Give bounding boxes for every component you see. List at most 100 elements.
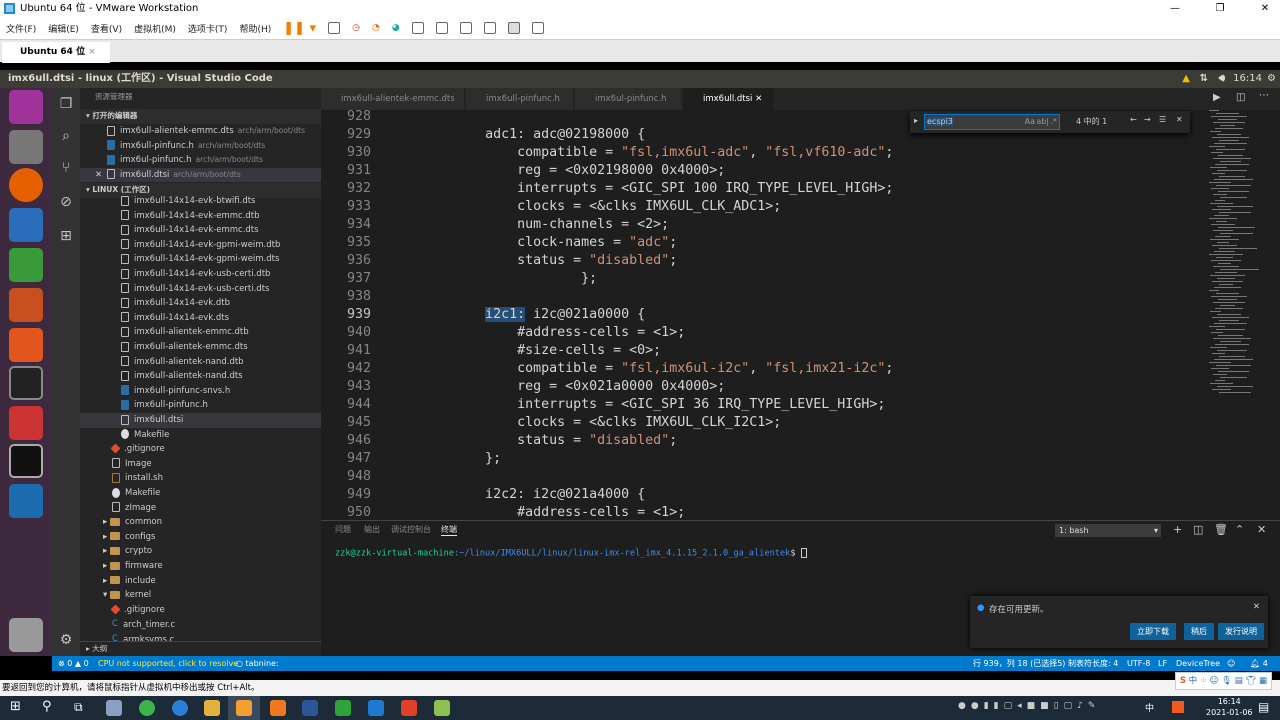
tree-item[interactable]: ▸ include: [80, 574, 321, 589]
tab-imx6ul-pinfunc-h[interactable]: imx6ul-pinfunc.h: [575, 88, 681, 110]
problems-indicator[interactable]: ⊗ 0 ▲ 0: [58, 656, 89, 671]
camera-app-icon[interactable]: [106, 700, 122, 716]
close-panel-icon[interactable]: ✕: [1257, 523, 1266, 536]
snapshot-manager-icon[interactable]: ◕: [392, 23, 400, 33]
tree-item[interactable]: imx6ull.dtsi: [80, 413, 321, 428]
tree-item[interactable]: imx6ull-14x14-evk-gpmi-weim.dtb: [80, 238, 321, 253]
tree-item[interactable]: Carch_timer.c: [80, 617, 321, 632]
close-notification-icon[interactable]: ✕: [1253, 602, 1260, 612]
tree-item[interactable]: install.sh: [80, 471, 321, 486]
code-editor[interactable]: 928 929 adc1: adc@02198000 {930 compatibl…: [321, 110, 1280, 520]
tree-item[interactable]: imx6ull-14x14-evk-emmc.dtb: [80, 209, 321, 224]
whole-word-toggle[interactable]: ab|: [1036, 115, 1049, 129]
vm-tab-ubuntu[interactable]: Ubuntu 64 位 ×: [2, 42, 110, 63]
open-editor-item[interactable]: ✕ imx6ull.dtsi arch/arm/boot/dts: [80, 167, 321, 183]
regex-toggle[interactable]: .*: [1050, 115, 1057, 129]
thumbnail-icon[interactable]: [435, 22, 448, 34]
previous-match-icon[interactable]: ←: [1130, 115, 1137, 124]
tree-item[interactable]: imx6ull-alientek-emmc.dts: [80, 340, 321, 355]
tab-debug-console[interactable]: 调试控制台: [391, 524, 431, 535]
notifications-bell[interactable]: 🔔︎ 4: [1250, 656, 1268, 671]
maximize-panel-icon[interactable]: ⌃: [1235, 523, 1244, 536]
tree-item[interactable]: Makefile: [80, 486, 321, 501]
open-editors-header[interactable]: ▾ 打开的编辑器: [80, 109, 321, 124]
tree-item[interactable]: imx6ull-14x14-evk-usb-certi.dts: [80, 282, 321, 297]
split-editor-icon[interactable]: ◫: [1236, 92, 1245, 103]
more-actions-icon[interactable]: ⋯: [1259, 90, 1269, 101]
tab-imx6ull-dtsi[interactable]: imx6ull.dtsi ✕: [683, 88, 773, 110]
download-now-button[interactable]: 立即下载: [1130, 623, 1176, 640]
tabnine-status[interactable]: ○ tabnine:: [236, 656, 279, 671]
language-mode[interactable]: DeviceTree: [1176, 656, 1220, 671]
impress-icon[interactable]: [9, 288, 43, 322]
menu-edit[interactable]: 编辑(E): [48, 22, 79, 35]
open-editor-item[interactable]: imx6ul-pinfunc.h arch/arm/boot/dts: [80, 153, 321, 168]
tree-item[interactable]: .gitignore: [80, 442, 321, 457]
settings-gear-icon[interactable]: ⚙: [1267, 70, 1276, 88]
stretch-icon[interactable]: [531, 22, 544, 34]
next-match-icon[interactable]: →: [1144, 115, 1151, 124]
task-view-icon[interactable]: ⧉: [74, 700, 83, 715]
terminal-select[interactable]: 1: bash ▾: [1055, 524, 1161, 537]
search-icon[interactable]: ⌕: [58, 128, 74, 144]
wps-icon[interactable]: [270, 700, 286, 716]
tree-item[interactable]: imx6ull-14x14-evk-gpmi-weim.dts: [80, 252, 321, 267]
console-view-icon[interactable]: [507, 22, 520, 34]
release-notes-button[interactable]: 发行说明: [1218, 623, 1264, 640]
tab-output[interactable]: 输出: [364, 524, 380, 535]
kill-terminal-icon[interactable]: 🗑︎: [1214, 523, 1228, 536]
terminal-output[interactable]: zzk@zzk-virtual-machine:~/linux/IMX6ULL/…: [335, 548, 807, 559]
toggle-replace-icon[interactable]: ▸: [914, 116, 918, 125]
word-icon[interactable]: [302, 700, 318, 716]
tree-item[interactable]: ▸ common: [80, 515, 321, 530]
close-button[interactable]: ✕: [1250, 0, 1280, 17]
menu-tabs[interactable]: 选项卡(T): [188, 22, 228, 35]
new-terminal-icon[interactable]: +: [1173, 523, 1182, 536]
tree-item[interactable]: ▾ kernel: [80, 588, 321, 603]
sogou-tray-icon[interactable]: [1172, 701, 1184, 713]
source-control-icon[interactable]: ⑂: [58, 160, 74, 176]
system-tray-icons[interactable]: ●●▮▮▢◂■■▯▢♪✎: [958, 701, 1100, 711]
clock[interactable]: 16:14: [1233, 70, 1262, 88]
tree-item[interactable]: ▸ firmware: [80, 559, 321, 574]
tree-item[interactable]: imx6ull-alientek-nand.dts: [80, 369, 321, 384]
match-case-toggle[interactable]: Aa: [1025, 115, 1035, 129]
tux-icon[interactable]: ▲: [1182, 70, 1190, 88]
minimize-button[interactable]: —: [1160, 0, 1190, 17]
c-free-icon[interactable]: [401, 700, 417, 716]
menu-vm[interactable]: 虚拟机(M): [134, 22, 176, 35]
camtasia-icon[interactable]: [335, 700, 351, 716]
close-editor-icon[interactable]: ✕: [95, 168, 102, 183]
menu-view[interactable]: 查看(V): [91, 22, 122, 35]
system-settings-icon[interactable]: [9, 406, 43, 440]
cpu-warning[interactable]: CPU not supported, click to resolve: [98, 656, 238, 671]
vscode-taskbar-icon[interactable]: [368, 700, 384, 716]
amazon-icon[interactable]: [9, 366, 43, 400]
feedback-smiley-icon[interactable]: ☺: [1227, 656, 1235, 671]
tab-imx6ull-pinfunc-h[interactable]: imx6ull-pinfunc.h: [466, 88, 573, 110]
find-in-selection-icon[interactable]: ☰: [1159, 115, 1166, 124]
pause-icon[interactable]: ❚❚ ▾: [283, 21, 316, 36]
tree-item[interactable]: imx6ull-pinfunc.h: [80, 398, 321, 413]
file-explorer-icon[interactable]: [204, 700, 220, 716]
software-center-icon[interactable]: [9, 328, 43, 362]
tree-item[interactable]: ▸ configs: [80, 530, 321, 545]
find-input[interactable]: ecspi3 Aa ab| .*: [924, 114, 1060, 130]
taskbar-clock[interactable]: 16:14 2021-01-06: [1206, 696, 1253, 718]
close-icon[interactable]: ×: [88, 47, 96, 57]
minimap[interactable]: [1205, 110, 1267, 410]
menu-help[interactable]: 帮助(H): [239, 22, 271, 35]
encoding[interactable]: UTF-8: [1127, 656, 1150, 671]
vmware-taskbar-active[interactable]: [228, 696, 260, 720]
terminal-icon[interactable]: [9, 444, 43, 478]
tree-item[interactable]: ▸ crypto: [80, 544, 321, 559]
menu-file[interactable]: 文件(F): [6, 22, 36, 35]
tab-terminal[interactable]: 终端: [441, 524, 457, 536]
tree-item[interactable]: imx6ull-14x14-evk-usb-certi.dtb: [80, 267, 321, 282]
tree-item[interactable]: imx6ull-14x14-evk.dtb: [80, 296, 321, 311]
tree-item[interactable]: Image: [80, 457, 321, 472]
end-of-line[interactable]: LF: [1158, 656, 1167, 671]
later-button[interactable]: 稍后: [1184, 623, 1214, 640]
action-center-icon[interactable]: ▤: [1258, 700, 1269, 714]
close-find-icon[interactable]: ✕: [1176, 115, 1183, 124]
